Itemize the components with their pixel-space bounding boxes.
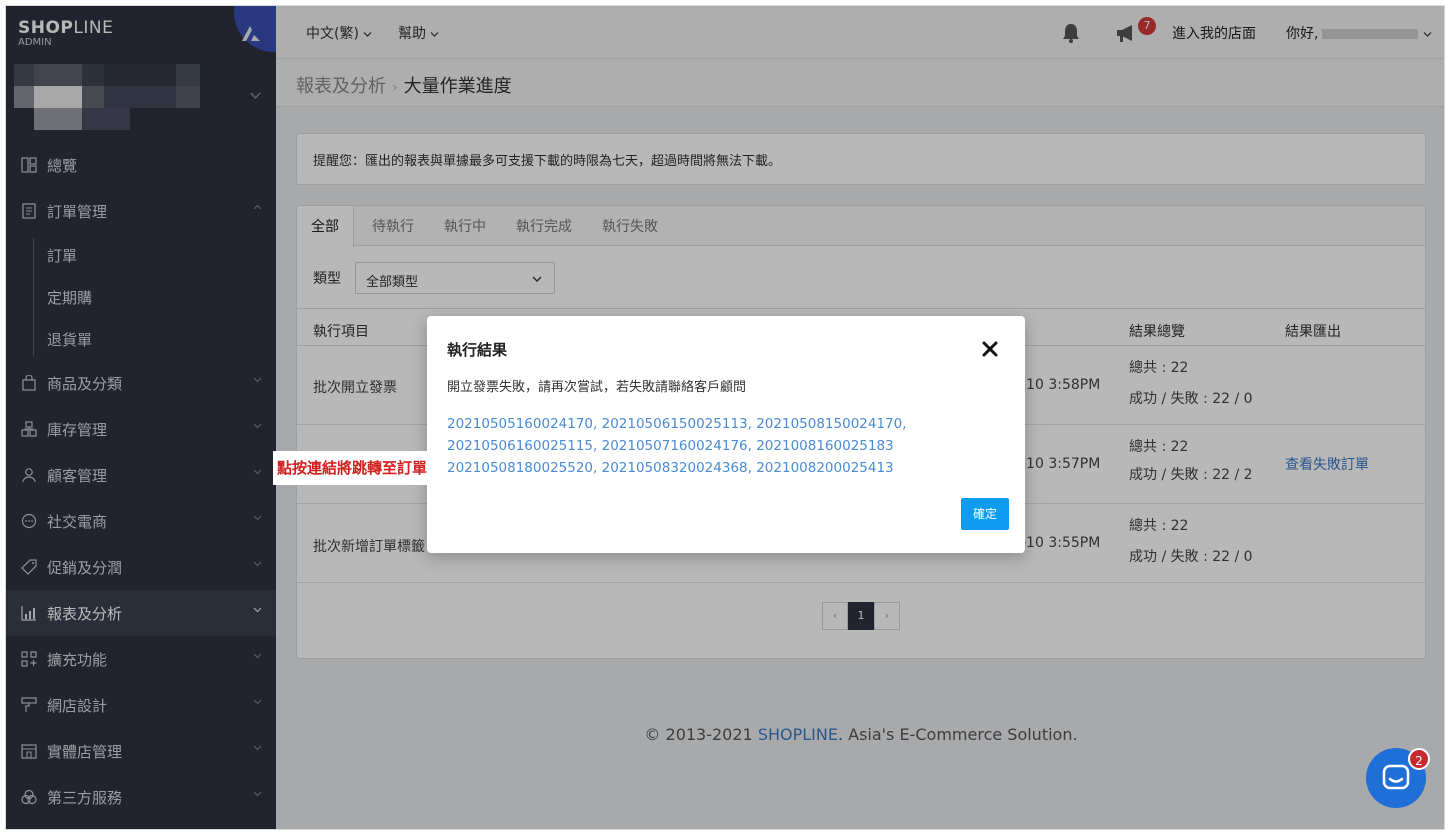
order-link[interactable]: 20210508180025520, — [447, 460, 597, 476]
order-link[interactable]: 20210507160024176, — [602, 438, 752, 454]
chat-bubble-icon — [1382, 764, 1410, 790]
order-link[interactable]: 20210506160025115, — [447, 438, 597, 454]
result-modal: 執行結果 開立發票失敗，請再次嘗試，若失敗請聯絡客戶顧問 20210505160… — [427, 316, 1025, 553]
annotation-label: 點按連結將跳轉至訂單 — [273, 451, 432, 485]
app-window: SHOPLINE ADMIN 總覽 訂單管理 訂單 定期購 退貨單 商品及分類 … — [5, 5, 1445, 830]
modal-title: 執行結果 — [447, 341, 508, 359]
modal-message: 開立發票失敗，請再次嘗試，若失敗請聯絡客戶顧問 — [447, 380, 747, 395]
chat-badge: 2 — [1408, 748, 1430, 770]
failed-order-links: 20210505160024170, 20210506150025113, 20… — [447, 413, 1007, 479]
confirm-button[interactable]: 確定 — [961, 498, 1009, 530]
order-link[interactable]: 20210506150025113, — [602, 416, 752, 432]
order-link[interactable]: 20210508150024170, — [756, 416, 906, 432]
order-link[interactable]: 20210505160024170, — [447, 416, 597, 432]
order-link[interactable]: 2021008160025183 — [756, 438, 893, 454]
order-link[interactable]: 2021008200025413 — [756, 460, 893, 476]
order-link[interactable]: 20210508320024368, — [602, 460, 752, 476]
close-icon[interactable] — [981, 340, 999, 358]
